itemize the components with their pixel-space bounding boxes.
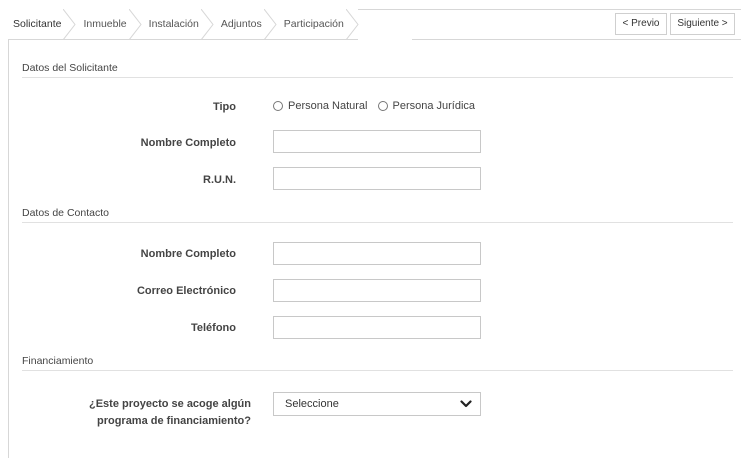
step-chevron-icon xyxy=(128,9,142,40)
step-label: Solicitante xyxy=(13,18,62,30)
solicitante-nombre-label: Nombre Completo xyxy=(140,137,236,149)
question-line: programa de financiamiento? xyxy=(96,415,251,427)
step-inmueble[interactable]: Inmueble xyxy=(75,9,142,40)
financiamiento-question-label: ¿Este proyecto se acoge algún programa d… xyxy=(61,396,251,430)
step-chevron-icon xyxy=(200,9,214,40)
financiamiento-select[interactable]: Seleccione xyxy=(273,392,481,416)
step-label: Instalación xyxy=(148,18,199,30)
tipo-label: Tipo xyxy=(212,101,236,113)
correo-label: Correo Electrónico xyxy=(136,285,236,297)
run-input[interactable] xyxy=(273,167,481,190)
select-value: Seleccione xyxy=(285,398,339,410)
section-divider xyxy=(22,370,733,371)
section-divider xyxy=(22,77,733,78)
question-line: ¿Este proyecto se acoge algún xyxy=(89,398,251,410)
contacto-nombre-input[interactable] xyxy=(273,242,481,265)
section-title-solicitante: Datos del Solicitante xyxy=(22,62,118,74)
radio-persona-natural[interactable]: Persona Natural xyxy=(273,100,368,112)
radio-label: Persona Jurídica xyxy=(392,100,476,112)
tipo-radio-group: Persona Natural Persona Jurídica xyxy=(273,100,485,112)
contacto-nombre-label: Nombre Completo xyxy=(140,248,236,260)
section-title-contacto: Datos de Contacto xyxy=(22,207,109,219)
chevron-down-icon xyxy=(460,400,472,408)
step-chevron-icon xyxy=(345,9,359,40)
solicitante-nombre-input[interactable] xyxy=(273,130,481,153)
section-title-financiamiento: Financiamiento xyxy=(22,355,94,367)
step-chevron-icon xyxy=(263,9,277,40)
radio-circle-icon[interactable] xyxy=(377,101,388,111)
step-instalacion[interactable]: Instalación xyxy=(140,9,214,40)
section-divider xyxy=(22,222,733,223)
radio-persona-juridica[interactable]: Persona Jurídica xyxy=(377,100,476,112)
step-label: Inmueble xyxy=(83,18,127,30)
previous-button[interactable]: < Previo xyxy=(615,13,667,35)
step-participacion[interactable]: Participación xyxy=(275,9,359,40)
step-label: Adjuntos xyxy=(220,18,262,30)
telefono-label: Teléfono xyxy=(190,322,236,334)
radio-circle-icon[interactable] xyxy=(273,101,283,111)
step-label: Participación xyxy=(283,18,344,30)
step-adjuntos[interactable]: Adjuntos xyxy=(212,9,277,40)
radio-label: Persona Natural xyxy=(288,100,368,112)
step-chevron-icon xyxy=(63,9,77,40)
telefono-input[interactable] xyxy=(273,316,481,339)
next-button[interactable]: Siguiente > xyxy=(670,13,735,35)
wizard-steps: Solicitante Inmueble Instalación Adjunto… xyxy=(8,9,359,40)
step-solicitante[interactable]: Solicitante xyxy=(8,9,77,40)
run-label: R.U.N. xyxy=(203,174,236,186)
correo-input[interactable] xyxy=(273,279,481,302)
